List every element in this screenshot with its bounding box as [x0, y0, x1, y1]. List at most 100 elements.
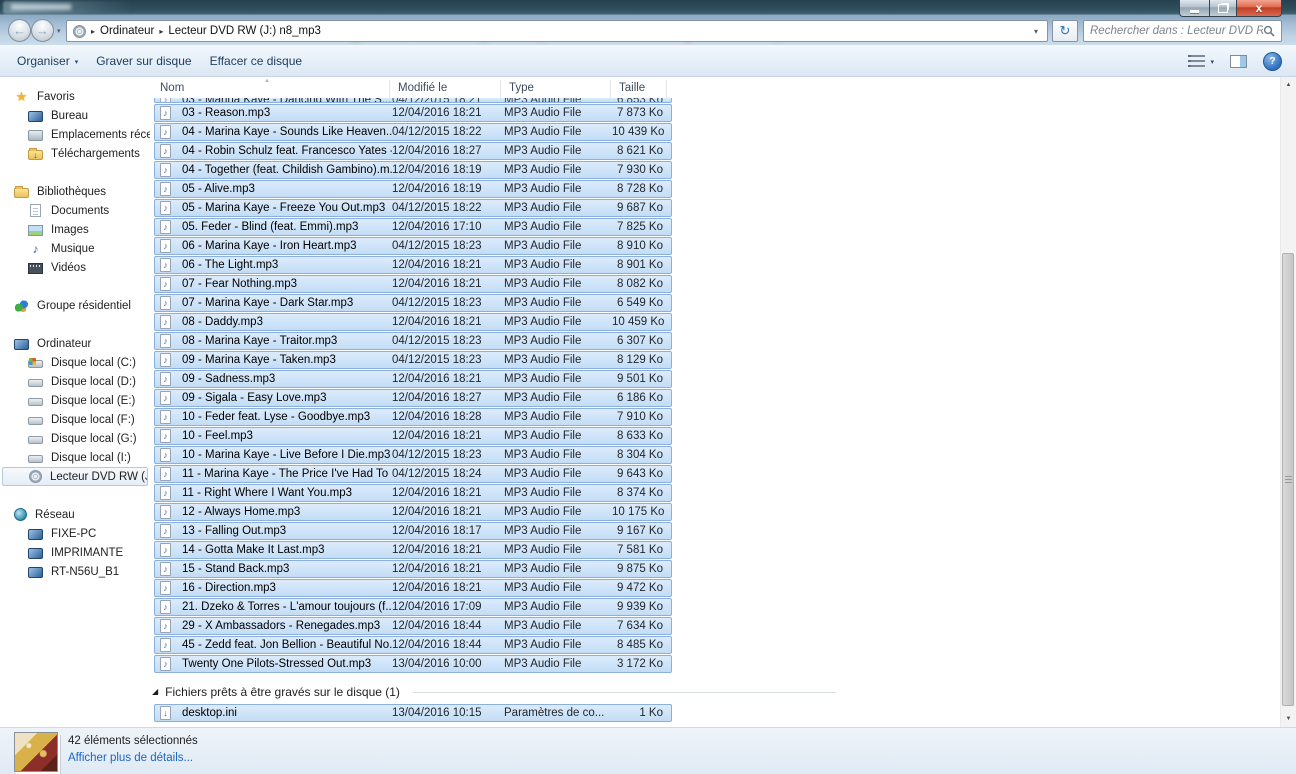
- table-row[interactable]: ♪05 - Marina Kaye - Freeze You Out.mp304…: [154, 199, 672, 217]
- scroll-down-icon[interactable]: ▼: [1281, 711, 1296, 727]
- sidebar-item-disque-local-e[interactable]: Disque local (E:): [0, 391, 150, 410]
- breadcrumb-dvd-drive[interactable]: Lecteur DVD RW (J:) n8_mp3: [168, 25, 321, 37]
- column-header-type[interactable]: Type: [500, 80, 610, 98]
- table-row[interactable]: ♪03 - Marina Kaye - Dancing With The S..…: [154, 98, 672, 103]
- table-row[interactable]: ♪04 - Together (feat. Childish Gambino).…: [154, 161, 672, 179]
- table-row[interactable]: ♪06 - Marina Kaye - Iron Heart.mp304/12/…: [154, 237, 672, 255]
- table-row[interactable]: ♪11 - Right Where I Want You.mp312/04/20…: [154, 484, 672, 502]
- file-modified: 12/04/2016 18:21: [392, 506, 504, 518]
- table-row[interactable]: ♪10 - Feder feat. Lyse - Goodbye.mp312/0…: [154, 408, 672, 426]
- file-name: 09 - Sigala - Easy Love.mp3: [179, 392, 392, 404]
- column-header-name[interactable]: Nom ▲: [152, 80, 389, 98]
- erase-disc-button[interactable]: Effacer ce disque: [201, 49, 312, 73]
- back-button[interactable]: ←: [8, 19, 31, 42]
- table-row[interactable]: ♪16 - Direction.mp312/04/2016 18:21MP3 A…: [154, 579, 672, 597]
- selection-count: 42 éléments sélectionnés: [68, 735, 198, 747]
- table-row[interactable]: ♪29 - X Ambassadors - Renegades.mp312/04…: [154, 617, 672, 635]
- mp3-file-icon: ♪: [160, 448, 171, 462]
- column-header-size[interactable]: Taille: [610, 80, 667, 98]
- table-row[interactable]: ♪04 - Robin Schulz feat. Francesco Yates…: [154, 142, 672, 160]
- table-row[interactable]: ♪14 - Gotta Make It Last.mp312/04/2016 1…: [154, 541, 672, 559]
- file-modified: 12/04/2016 18:21: [392, 107, 504, 119]
- file-modified: 12/04/2016 18:21: [392, 582, 504, 594]
- table-row[interactable]: ♪09 - Marina Kaye - Taken.mp304/12/2015 …: [154, 351, 672, 369]
- sidebar-item-emplacements-r-cents[interactable]: Emplacements récents: [0, 125, 150, 144]
- mp3-file-icon: ♪: [160, 106, 171, 120]
- restore-button[interactable]: [1209, 0, 1237, 17]
- burn-to-disc-button[interactable]: Graver sur disque: [87, 49, 200, 73]
- sidebar-section-favoris[interactable]: ★Favoris: [0, 87, 150, 106]
- sidebar-item-disque-local-g[interactable]: Disque local (G:): [0, 429, 150, 448]
- sidebar-item-musique[interactable]: ♪Musique: [0, 239, 150, 258]
- table-row[interactable]: ♪07 - Fear Nothing.mp312/04/2016 18:21MP…: [154, 275, 672, 293]
- table-row[interactable]: ♪11 - Marina Kaye - The Price I've Had T…: [154, 465, 672, 483]
- sidebar-item-vid-os[interactable]: Vidéos: [0, 258, 150, 277]
- sidebar-item-disque-local-f[interactable]: Disque local (F:): [0, 410, 150, 429]
- table-row[interactable]: ♪09 - Sadness.mp312/04/2016 18:21MP3 Aud…: [154, 370, 672, 388]
- burn-group-header[interactable]: ◢ Fichiers prêts à être gravés sur le di…: [152, 684, 836, 700]
- table-row[interactable]: ♪15 - Stand Back.mp312/04/2016 18:21MP3 …: [154, 560, 672, 578]
- sidebar-item-disque-local-d[interactable]: Disque local (D:): [0, 372, 150, 391]
- table-row[interactable]: ♪Twenty One Pilots-Stressed Out.mp313/04…: [154, 655, 672, 673]
- scroll-up-icon[interactable]: ▲: [1281, 77, 1296, 93]
- table-row[interactable]: ♪12 - Always Home.mp312/04/2016 18:21MP3…: [154, 503, 672, 521]
- table-row[interactable]: ♪45 - Zedd feat. Jon Bellion - Beautiful…: [154, 636, 672, 654]
- forward-button[interactable]: →: [31, 19, 54, 42]
- breadcrumb-computer[interactable]: Ordinateur: [100, 25, 154, 37]
- table-row[interactable]: ♪10 - Marina Kaye - Live Before I Die.mp…: [154, 446, 672, 464]
- address-bar[interactable]: ▸ Ordinateur ▸ Lecteur DVD RW (J:) n8_mp…: [66, 20, 1048, 42]
- file-type: MP3 Audio File: [504, 582, 612, 594]
- chevron-down-icon: ▾: [1210, 58, 1214, 66]
- sidebar-item-disque-local-i[interactable]: Disque local (I:): [0, 448, 150, 467]
- minimize-button[interactable]: [1179, 0, 1209, 17]
- column-header-modified[interactable]: Modifié le: [389, 80, 500, 98]
- file-size: 7 634 Ko: [612, 620, 671, 632]
- refresh-button[interactable]: ↻: [1052, 20, 1078, 42]
- sidebar-section-ordinateur[interactable]: Ordinateur: [0, 334, 150, 353]
- preview-pane-icon[interactable]: [1230, 55, 1247, 68]
- sort-ascending-icon: ▲: [264, 78, 270, 84]
- sidebar-item-images[interactable]: Images: [0, 220, 150, 239]
- file-type: MP3 Audio File: [504, 164, 612, 176]
- sidebar-section-biblioth-ques[interactable]: Bibliothèques: [0, 182, 150, 201]
- organize-button[interactable]: Organiser ▾: [8, 49, 87, 73]
- table-row[interactable]: ↓desktop.ini13/04/2016 10:15Paramètres d…: [154, 704, 672, 722]
- table-row[interactable]: ♪08 - Daddy.mp312/04/2016 18:21MP3 Audio…: [154, 313, 672, 331]
- table-row[interactable]: ♪10 - Feel.mp312/04/2016 18:21MP3 Audio …: [154, 427, 672, 445]
- history-dropdown-icon[interactable]: ▾: [57, 27, 61, 35]
- change-view-button[interactable]: ▾: [1188, 55, 1214, 68]
- file-size: 10 175 Ko: [612, 506, 672, 518]
- table-row[interactable]: ♪04 - Marina Kaye - Sounds Like Heaven..…: [154, 123, 672, 141]
- sidebar-item-disque-local-c[interactable]: Disque local (C:): [0, 353, 150, 372]
- sidebar-section-groupe-r-sidentiel[interactable]: Groupe résidentiel: [0, 296, 150, 315]
- close-button[interactable]: x: [1237, 0, 1282, 17]
- file-size: 8 374 Ko: [612, 487, 671, 499]
- sidebar-item-lecteur-dvd-rw-j[interactable]: Lecteur DVD RW (J:): [2, 467, 148, 486]
- sidebar-item-documents[interactable]: Documents: [0, 201, 150, 220]
- sidebar-item-t-l-chargements[interactable]: ↓Téléchargements: [0, 144, 150, 163]
- sidebar-item-rt-n56u-b1[interactable]: RT-N56U_B1: [0, 562, 150, 581]
- show-more-details-link[interactable]: Afficher plus de détails...: [68, 752, 193, 764]
- sidebar-section-r-seau[interactable]: Réseau: [0, 505, 150, 524]
- address-dropdown-icon[interactable]: ▾: [1031, 27, 1041, 36]
- table-row[interactable]: ♪05 - Alive.mp312/04/2016 18:19MP3 Audio…: [154, 180, 672, 198]
- file-modified: 12/04/2016 18:21: [392, 430, 504, 442]
- scrollbar-thumb[interactable]: [1282, 253, 1294, 706]
- table-row[interactable]: ♪13 - Falling Out.mp312/04/2016 18:17MP3…: [154, 522, 672, 540]
- file-type: MP3 Audio File: [504, 297, 612, 309]
- sidebar-item-imprimante[interactable]: IMPRIMANTE: [0, 543, 150, 562]
- search-input[interactable]: Rechercher dans : Lecteur DVD RW (J:...: [1083, 20, 1282, 42]
- file-type: MP3 Audio File: [504, 563, 612, 575]
- table-row[interactable]: ♪06 - The Light.mp312/04/2016 18:21MP3 A…: [154, 256, 672, 274]
- table-row[interactable]: ♪21. Dzeko & Torres - L'amour toujours (…: [154, 598, 672, 616]
- vertical-scrollbar[interactable]: ▲ ▼: [1280, 77, 1296, 727]
- sidebar-item-fixe-pc[interactable]: FIXE-PC: [0, 524, 150, 543]
- burn-group-label: Fichiers prêts à être gravés sur le disq…: [165, 685, 400, 699]
- table-row[interactable]: ♪09 - Sigala - Easy Love.mp312/04/2016 1…: [154, 389, 672, 407]
- table-row[interactable]: ♪07 - Marina Kaye - Dark Star.mp304/12/2…: [154, 294, 672, 312]
- help-icon[interactable]: ?: [1263, 52, 1282, 71]
- table-row[interactable]: ♪03 - Reason.mp312/04/2016 18:21MP3 Audi…: [154, 104, 672, 122]
- table-row[interactable]: ♪08 - Marina Kaye - Traitor.mp304/12/201…: [154, 332, 672, 350]
- table-row[interactable]: ♪05. Feder - Blind (feat. Emmi).mp312/04…: [154, 218, 672, 236]
- sidebar-item-bureau[interactable]: Bureau: [0, 106, 150, 125]
